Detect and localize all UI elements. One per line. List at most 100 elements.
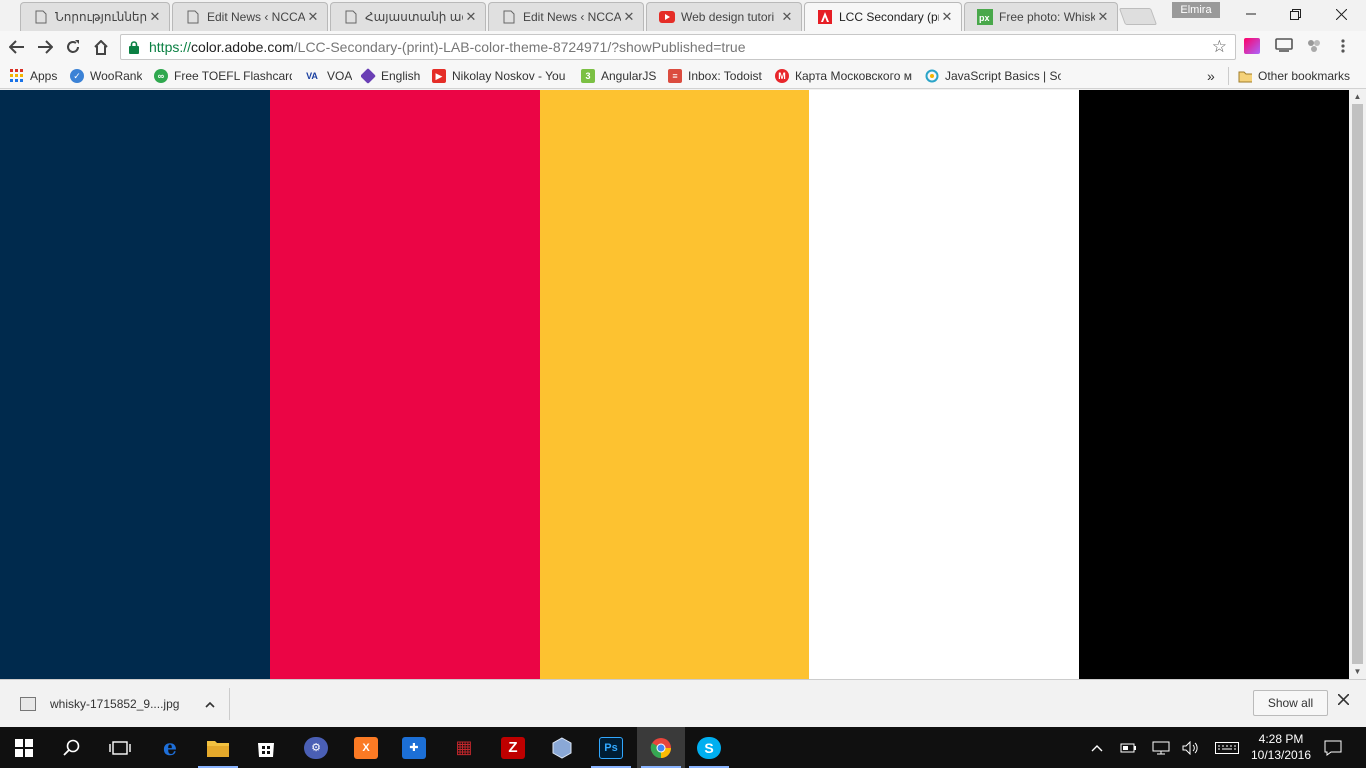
task-view-icon[interactable]	[96, 727, 144, 768]
volume-icon[interactable]	[1180, 727, 1202, 768]
taskbar-app-5[interactable]: X	[342, 727, 390, 768]
network-icon[interactable]	[1150, 727, 1172, 768]
minimize-icon[interactable]	[1228, 0, 1274, 28]
color-swatch-5[interactable]	[1079, 90, 1349, 679]
taskbar-app-7[interactable]: ▦	[440, 727, 488, 768]
profile-button[interactable]: Elmira	[1172, 2, 1220, 18]
back-icon[interactable]	[4, 35, 30, 59]
bookmarks-overflow-button[interactable]: »	[1207, 67, 1215, 85]
close-icon[interactable]: ✕	[621, 9, 637, 25]
tab-1[interactable]: Edit News ‹ NCCA ✕	[172, 2, 328, 31]
color-extension-icon[interactable]	[1244, 38, 1262, 56]
notification-icon[interactable]	[1320, 727, 1346, 768]
scrollbar[interactable]: ▲ ▼	[1349, 90, 1366, 679]
taskbar-app-6[interactable]: ✚	[390, 727, 438, 768]
bookmark-woorank[interactable]: ✓ WooRank	[70, 67, 142, 85]
address-bar[interactable]: https://color.adobe.com/LCC-Secondary-(p…	[120, 34, 1236, 60]
metro-icon: M	[775, 69, 789, 83]
search-icon[interactable]	[48, 727, 96, 768]
color-swatch-4[interactable]	[809, 90, 1079, 679]
bookmark-todoist[interactable]: ≡ Inbox: Todoist	[668, 67, 762, 85]
show-all-button[interactable]: Show all	[1253, 690, 1328, 716]
taskbar-app-1[interactable]: e	[146, 727, 194, 768]
clock-time: 4:28 PM	[1258, 732, 1304, 746]
close-icon[interactable]: ✕	[939, 9, 955, 25]
taskbar-app-2[interactable]	[194, 727, 242, 768]
taskbar: e ⚙ X ✚ ▦ Z Ps S 4:28 PM 10/13/2016	[0, 727, 1366, 768]
chevron-up-icon[interactable]	[205, 697, 215, 711]
bookmarks-bar: Apps ✓ WooRank ∞ Free TOEFL Flashcards V…	[0, 63, 1366, 89]
tab-2[interactable]: Հայաստանի ազգ ✕	[330, 2, 486, 31]
new-tab-button[interactable]	[1118, 8, 1158, 25]
tab-6[interactable]: px Free photo: Whisk ✕	[964, 2, 1118, 31]
tab-title: Հայաստանի ազգ	[365, 10, 463, 24]
tab-0[interactable]: Նորություններ - ✕	[20, 2, 170, 31]
other-bookmarks[interactable]: Other bookmarks	[1238, 67, 1350, 85]
taskbar-app-10[interactable]: Ps	[587, 727, 635, 768]
sololearn-icon	[925, 69, 939, 83]
bookmark-sololearn[interactable]: JavaScript Basics | Sol	[925, 67, 1061, 85]
close-window-icon[interactable]	[1318, 0, 1364, 28]
bookmark-angularjs[interactable]: 3 AngularJS	[581, 67, 656, 85]
extension-icon[interactable]	[1306, 38, 1324, 56]
clock[interactable]: 4:28 PM 10/13/2016	[1246, 731, 1316, 763]
battery-icon[interactable]	[1118, 727, 1140, 768]
tab-title: Web design tutori	[681, 10, 775, 24]
scroll-up-icon[interactable]: ▲	[1349, 90, 1366, 104]
close-icon[interactable]: ✕	[779, 9, 795, 25]
bookmark-voa[interactable]: VA VOA	[303, 67, 352, 85]
color-theme	[0, 90, 1349, 679]
bookmark-metro[interactable]: M Карта Московского м	[775, 67, 913, 85]
url-host: color.adobe.com	[191, 39, 294, 55]
tab-title: LCC Secondary (pr	[839, 10, 939, 24]
taskbar-app-9[interactable]	[538, 727, 586, 768]
tab-4[interactable]: Web design tutori ✕	[646, 2, 802, 31]
restore-icon[interactable]	[1272, 0, 1318, 28]
download-item[interactable]: whisky-1715852_9....jpg	[10, 688, 230, 720]
image-file-icon	[20, 697, 36, 711]
forward-icon[interactable]	[32, 35, 58, 59]
bookmark-star-icon[interactable]: ☆	[1212, 37, 1227, 57]
bookmark-label: Nikolay Noskov - You	[452, 69, 566, 83]
taskbar-app-3[interactable]	[242, 727, 290, 768]
taskbar-app-12[interactable]: S	[685, 727, 733, 768]
bookmark-apps[interactable]: Apps	[10, 67, 57, 85]
close-icon[interactable]: ✕	[1095, 9, 1111, 25]
scrollbar-thumb[interactable]	[1352, 104, 1363, 664]
tab-5[interactable]: LCC Secondary (pr ✕	[804, 2, 962, 31]
tab-title: Edit News ‹ NCCA	[207, 10, 305, 24]
english-icon	[361, 68, 376, 84]
windows-start-icon[interactable]	[0, 727, 48, 768]
taskbar-app-11[interactable]	[637, 727, 685, 768]
cast-icon[interactable]	[1275, 38, 1293, 56]
close-icon[interactable]: ✕	[147, 9, 163, 25]
youtube-icon: ▶	[432, 69, 446, 83]
close-icon[interactable]	[1337, 692, 1350, 710]
bookmark-label: Free TOEFL Flashcards	[174, 69, 292, 83]
store-icon	[254, 737, 278, 759]
bookmark-label: English	[381, 69, 421, 83]
keyboard-icon[interactable]	[1212, 727, 1242, 768]
menu-icon[interactable]	[1340, 38, 1358, 56]
reload-icon[interactable]	[60, 35, 86, 59]
tab-title: Նորություններ -	[55, 10, 147, 24]
bookmark-toefl[interactable]: ∞ Free TOEFL Flashcards	[154, 67, 292, 85]
taskbar-app-8[interactable]: Z	[489, 727, 537, 768]
home-icon[interactable]	[88, 35, 114, 59]
bookmark-english[interactable]: English	[361, 67, 420, 85]
shield-icon: ✚	[402, 736, 426, 759]
color-swatch-3[interactable]	[540, 90, 809, 679]
taskbar-app-4[interactable]: ⚙	[292, 727, 340, 768]
bookmark-label: JavaScript Basics | Sol	[945, 69, 1061, 83]
color-swatch-2[interactable]	[270, 90, 540, 679]
divider	[1228, 67, 1229, 85]
color-swatch-1[interactable]	[0, 90, 270, 679]
bookmark-noskov[interactable]: ▶ Nikolay Noskov - You	[432, 67, 568, 85]
close-icon[interactable]: ✕	[463, 9, 479, 25]
close-icon[interactable]: ✕	[305, 9, 321, 25]
chevron-up-icon[interactable]	[1086, 727, 1108, 768]
apps-grid-icon	[10, 69, 24, 83]
photoshop-icon: Ps	[599, 736, 623, 759]
scroll-down-icon[interactable]: ▼	[1349, 665, 1366, 679]
tab-3[interactable]: Edit News ‹ NCCA ✕	[488, 2, 644, 31]
